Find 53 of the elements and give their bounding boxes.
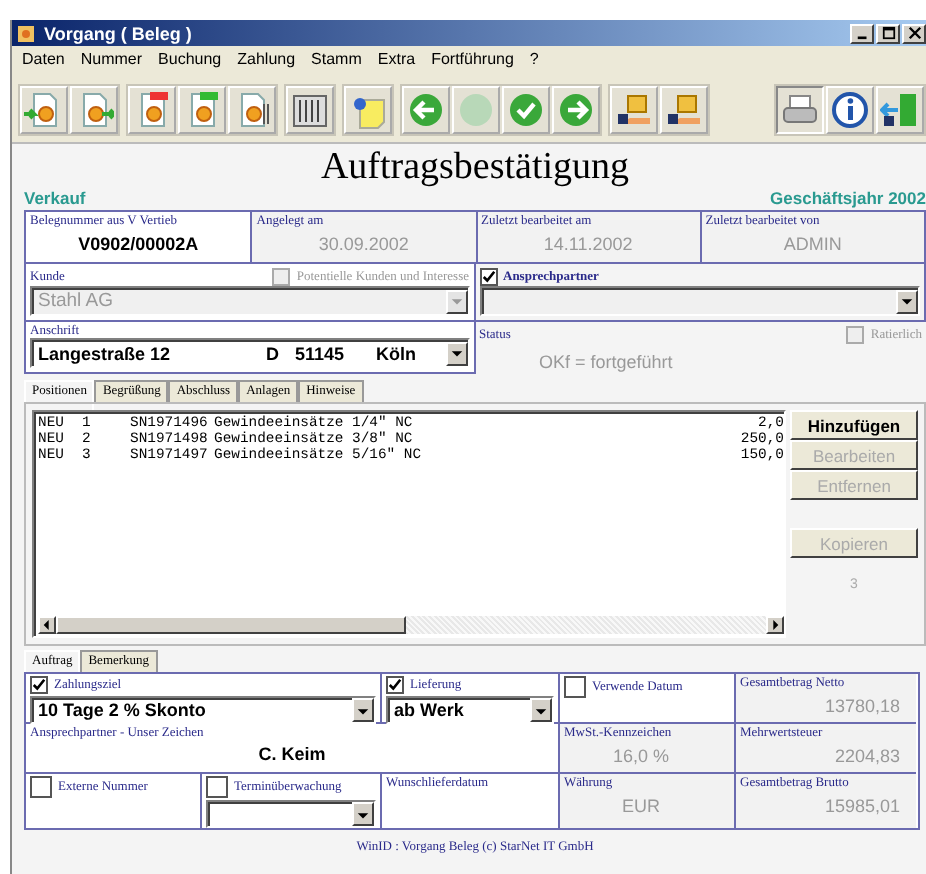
horizontal-scrollbar[interactable] bbox=[38, 616, 784, 634]
field-value: 13780,18 bbox=[822, 696, 902, 716]
field-value: 16,0 % bbox=[610, 746, 672, 766]
document-heading: Auftragsbestätigung bbox=[318, 144, 632, 188]
checkbox[interactable] bbox=[386, 676, 404, 694]
checkmark-icon[interactable] bbox=[502, 86, 550, 134]
maximize-button[interactable] bbox=[876, 23, 900, 43]
menu-item[interactable]: Buchung bbox=[158, 49, 222, 67]
window-title: Vorgang ( Beleg ) bbox=[44, 23, 194, 43]
close-icon bbox=[907, 26, 921, 40]
scrollbar-thumb[interactable] bbox=[56, 616, 406, 634]
maximize-icon bbox=[881, 26, 895, 40]
document-gear-icon[interactable] bbox=[178, 86, 226, 134]
checkbox[interactable] bbox=[30, 776, 52, 798]
document-gear-icon[interactable] bbox=[228, 86, 276, 134]
status-value: OKf = fortgeführt bbox=[539, 352, 675, 372]
checkbox[interactable] bbox=[479, 267, 497, 285]
app-icon bbox=[16, 23, 36, 43]
menu-item[interactable]: Stamm bbox=[311, 49, 362, 67]
menu-item[interactable]: Fortführung bbox=[431, 49, 514, 67]
printer-icon[interactable] bbox=[776, 86, 824, 134]
scroll-left-icon[interactable] bbox=[38, 616, 56, 634]
area-label: Verkauf bbox=[24, 188, 86, 208]
fiscal-year-label: Geschäftsjahr 2002 bbox=[770, 188, 926, 208]
menu-item[interactable]: ? bbox=[529, 49, 539, 67]
field-value: 15985,01 bbox=[822, 796, 902, 816]
action-button[interactable]: Hinzufügen bbox=[790, 410, 918, 440]
exit-door-icon[interactable] bbox=[876, 86, 924, 134]
field-value: ADMIN bbox=[781, 234, 844, 254]
close-button[interactable] bbox=[902, 23, 926, 43]
document-gear-icon[interactable] bbox=[128, 86, 176, 134]
address-combo[interactable]: Langestraße 12 D 51145 Köln bbox=[30, 338, 469, 368]
field-value: 2204,83 bbox=[832, 746, 902, 766]
field-value: 14.11.2002 bbox=[541, 234, 635, 254]
checkbox[interactable] bbox=[30, 676, 48, 694]
field-value: C. Keim bbox=[256, 744, 328, 764]
menu-item[interactable]: Daten bbox=[22, 49, 65, 67]
menu-item[interactable]: Zahlung bbox=[237, 49, 296, 67]
menu-item[interactable]: Extra bbox=[377, 49, 416, 67]
checkbox[interactable] bbox=[206, 776, 228, 798]
minimize-button[interactable] bbox=[850, 23, 874, 43]
delivery-combo[interactable]: ab Werk bbox=[386, 696, 554, 724]
contact-combo[interactable] bbox=[479, 286, 920, 316]
payment-combo[interactable]: 10 Tage 2 % Skonto bbox=[30, 696, 376, 724]
menu-item[interactable]: Nummer bbox=[80, 49, 143, 67]
deadline-combo[interactable] bbox=[206, 800, 376, 828]
checkbox[interactable] bbox=[564, 676, 586, 698]
note-icon[interactable] bbox=[344, 86, 392, 134]
field-value: EUR bbox=[619, 796, 662, 816]
field-value: 30.09.2002 bbox=[316, 234, 411, 254]
info-icon[interactable] bbox=[826, 86, 874, 134]
scroll-right-icon[interactable] bbox=[766, 616, 784, 634]
field-value: V0902/00002A bbox=[76, 234, 201, 254]
